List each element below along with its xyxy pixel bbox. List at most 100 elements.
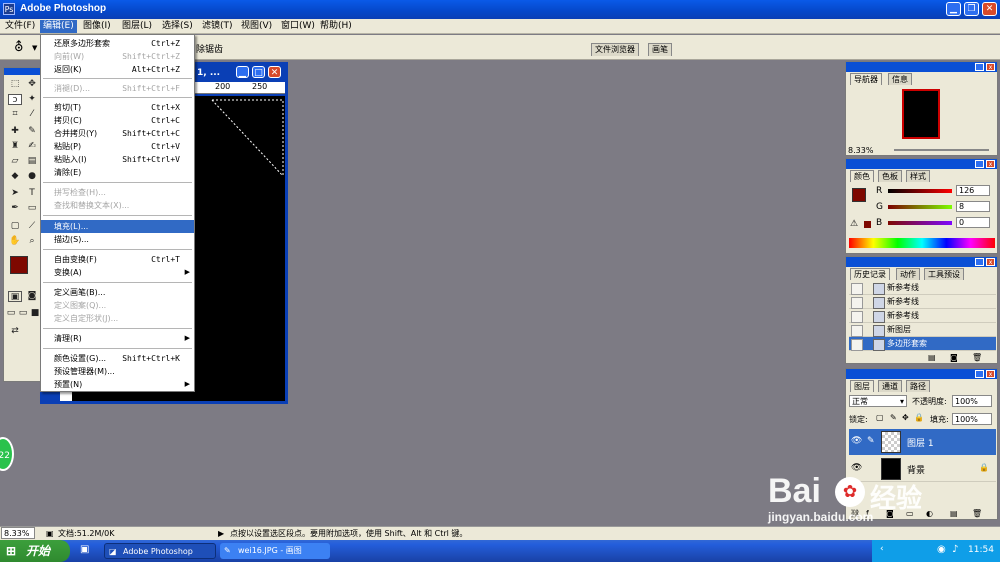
- eye-icon[interactable]: 👁: [851, 436, 862, 446]
- new-snapshot-icon[interactable]: ◙: [950, 353, 958, 362]
- menu-help[interactable]: 帮助(H): [317, 20, 355, 33]
- tab-paths[interactable]: 路径: [906, 380, 930, 392]
- lock-position-icon[interactable]: ✥: [902, 413, 909, 422]
- navigator-thumbnail[interactable]: [902, 89, 940, 139]
- dodge-tool-icon[interactable]: ●: [25, 171, 39, 182]
- tab-channels[interactable]: 通道: [878, 380, 902, 392]
- menu-image[interactable]: 图像(I): [80, 20, 114, 33]
- panel-minimize-button[interactable]: _: [975, 63, 984, 71]
- volume-icon[interactable]: ♪: [952, 544, 958, 555]
- panel-close-button[interactable]: x: [986, 370, 995, 378]
- gradient-tool-icon[interactable]: ▤: [25, 156, 39, 167]
- menu-item-purge[interactable]: 清理(R) ▶: [41, 332, 194, 345]
- history-snapshot-box[interactable]: [851, 311, 863, 323]
- menu-item-copy-merged[interactable]: 合并拷贝(Y) Shift+Ctrl+C: [41, 127, 194, 140]
- history-item[interactable]: 新参考线: [849, 295, 996, 309]
- anti-alias-label[interactable]: 除锯齿: [196, 42, 223, 55]
- screen-mode-menu-icon[interactable]: ▭: [18, 308, 28, 319]
- g-slider[interactable]: [888, 205, 952, 209]
- tab-layers[interactable]: 图层: [850, 380, 874, 392]
- menu-view[interactable]: 视图(V): [238, 20, 275, 33]
- menu-item-cut[interactable]: 剪切(T) Ctrl+X: [41, 101, 194, 114]
- brush-tool-icon[interactable]: ✎: [25, 126, 39, 137]
- magic-wand-tool-icon[interactable]: ✦: [25, 94, 39, 105]
- r-value-input[interactable]: 126: [956, 185, 990, 196]
- delete-layer-icon[interactable]: 🗑: [972, 509, 982, 518]
- close-button[interactable]: ✕: [982, 2, 997, 16]
- panel-close-button[interactable]: x: [986, 63, 995, 71]
- status-zoom-input[interactable]: 8.33%: [1, 527, 35, 539]
- shape-tool-icon[interactable]: ▭: [25, 203, 39, 214]
- menu-layer[interactable]: 图层(L): [119, 20, 155, 33]
- color-foreground-swatch[interactable]: [852, 188, 866, 202]
- doc-minimize-button[interactable]: ▁: [236, 66, 249, 78]
- r-slider[interactable]: [888, 189, 952, 193]
- tab-navigator[interactable]: 导航器: [850, 73, 882, 85]
- g-value-input[interactable]: 8: [956, 201, 990, 212]
- menu-item-copy[interactable]: 拷贝(C) Ctrl+C: [41, 114, 194, 127]
- fill-input[interactable]: 100%: [952, 413, 992, 425]
- menu-item-preferences[interactable]: 预置(N) ▶: [41, 378, 194, 391]
- blend-mode-select[interactable]: 正常 ▾: [849, 395, 907, 407]
- adjustment-layer-icon[interactable]: ◐: [926, 509, 933, 518]
- menu-filter[interactable]: 滤镜(T): [199, 20, 236, 33]
- tab-tool-presets[interactable]: 工具预设: [924, 268, 964, 280]
- history-item[interactable]: 新参考线: [849, 309, 996, 323]
- lock-all-icon[interactable]: 🔒: [914, 413, 924, 422]
- task-photoshop[interactable]: ◪ Adobe Photoshop: [104, 543, 216, 559]
- lock-image-icon[interactable]: ✎: [890, 413, 897, 422]
- history-snapshot-box[interactable]: [851, 283, 863, 295]
- color-spectrum-bar[interactable]: [849, 238, 995, 248]
- menu-file[interactable]: 文件(F): [2, 20, 38, 33]
- quick-mask-mode-icon[interactable]: ◙: [25, 291, 39, 302]
- screen-mode-standard-icon[interactable]: ▭: [6, 308, 16, 319]
- opacity-input[interactable]: 100%: [952, 395, 992, 407]
- history-item[interactable]: 新参考线: [849, 281, 996, 295]
- tab-styles[interactable]: 样式: [906, 170, 930, 182]
- panel-minimize-button[interactable]: _: [975, 370, 984, 378]
- menu-item-clear[interactable]: 清除(E): [41, 166, 194, 179]
- menu-item-transform[interactable]: 变换(A) ▶: [41, 266, 194, 279]
- menu-select[interactable]: 选择(S): [159, 20, 196, 33]
- menu-window[interactable]: 窗口(W): [278, 20, 318, 33]
- panel-close-button[interactable]: x: [986, 258, 995, 266]
- task-paint[interactable]: ✎ wei16.JPG - 画图: [220, 543, 330, 559]
- menu-item-paste[interactable]: 粘贴(P) Ctrl+V: [41, 140, 194, 153]
- eye-icon[interactable]: 👁: [851, 463, 862, 473]
- menu-item-define-brush[interactable]: 定义画笔(B)...: [41, 286, 194, 299]
- zoom-tool-icon[interactable]: ⌕: [25, 236, 39, 247]
- menu-item-preset-manager[interactable]: 预设管理器(M)...: [41, 365, 194, 378]
- healing-brush-tool-icon[interactable]: ✚: [8, 126, 22, 137]
- path-selection-tool-icon[interactable]: ➤: [8, 188, 22, 199]
- history-snapshot-box[interactable]: [851, 297, 863, 309]
- layer-row-selected[interactable]: 👁 ✎ 图层 1: [849, 429, 996, 455]
- tab-info[interactable]: 信息: [888, 73, 912, 85]
- type-tool-icon[interactable]: T: [25, 188, 39, 199]
- new-document-from-state-icon[interactable]: ▤: [928, 353, 936, 362]
- slice-tool-icon[interactable]: ⁄: [25, 109, 39, 120]
- tab-history[interactable]: 历史记录: [850, 268, 890, 280]
- menu-item-undo[interactable]: 还原多边形套索 Ctrl+Z: [41, 37, 194, 50]
- preset-dropdown-icon[interactable]: ▼: [32, 44, 37, 52]
- menu-item-paste-into[interactable]: 粘贴入(I) Shift+Ctrl+V: [41, 153, 194, 166]
- menu-item-stroke[interactable]: 描边(S)...: [41, 233, 194, 246]
- panel-close-button[interactable]: x: [986, 160, 995, 168]
- tab-brushes[interactable]: 画笔: [648, 43, 672, 56]
- lasso-tool-icon[interactable]: ↄ: [8, 94, 22, 105]
- panel-minimize-button[interactable]: _: [975, 258, 984, 266]
- menu-edit[interactable]: 编辑(E): [40, 20, 77, 33]
- delete-state-icon[interactable]: 🗑: [972, 353, 982, 362]
- out-of-gamut-warning-icon[interactable]: ⚠: [850, 219, 858, 229]
- history-brush-tool-icon[interactable]: ✍: [25, 141, 39, 152]
- doc-close-button[interactable]: ✕: [268, 66, 281, 78]
- tab-swatches[interactable]: 色板: [878, 170, 902, 182]
- network-icon[interactable]: ◉: [937, 544, 946, 555]
- doc-maximize-button[interactable]: □: [252, 66, 265, 78]
- clock[interactable]: 11:54: [968, 545, 994, 555]
- b-slider[interactable]: [888, 221, 952, 225]
- layer-name[interactable]: 图层 1: [907, 436, 934, 449]
- panel-minimize-button[interactable]: _: [975, 160, 984, 168]
- history-snapshot-box[interactable]: [851, 339, 863, 351]
- marquee-tool-icon[interactable]: ⬚: [8, 79, 22, 90]
- tray-arrow-icon[interactable]: ‹: [880, 544, 884, 554]
